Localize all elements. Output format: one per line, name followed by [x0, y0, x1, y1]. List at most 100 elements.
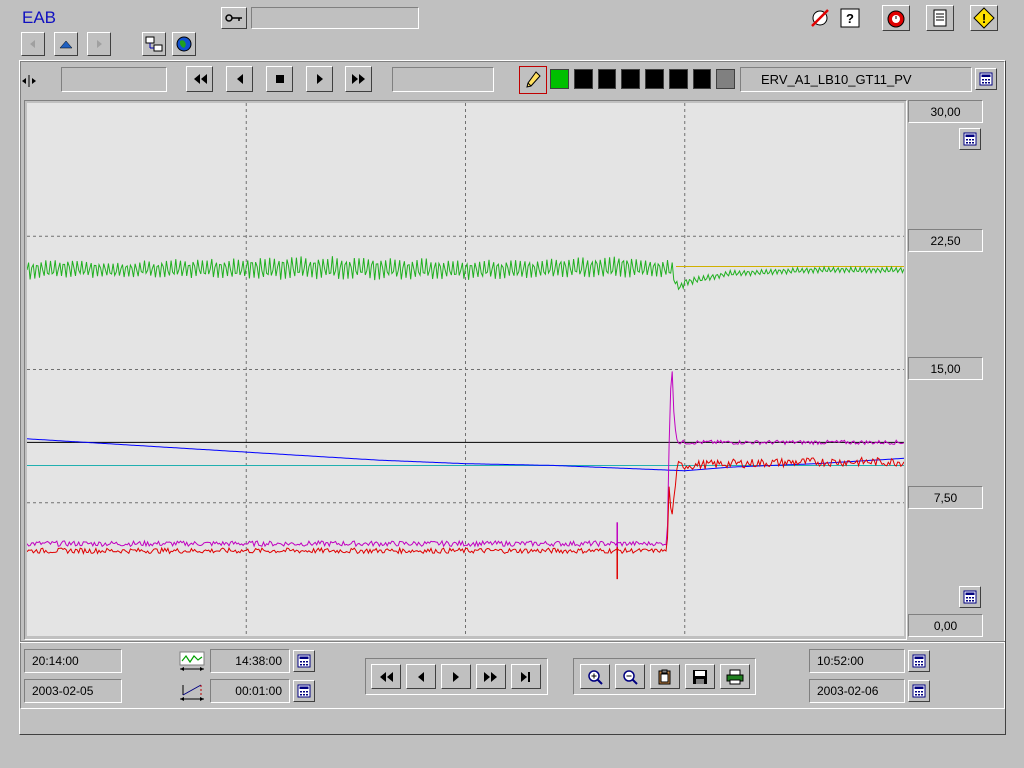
calculator-icon [912, 684, 926, 698]
y-max-calculator-button[interactable] [959, 128, 981, 150]
fast-forward-button[interactable] [345, 66, 372, 92]
pen-swatch-1[interactable] [550, 69, 569, 89]
up-button[interactable] [54, 32, 78, 56]
plot-start-field[interactable] [61, 67, 167, 92]
start-date-field[interactable]: 2003-02-05 [24, 679, 122, 703]
print-icon [726, 669, 744, 684]
pen-swatch-7[interactable] [692, 69, 712, 89]
nav-step-back-button[interactable] [406, 664, 436, 689]
clipboard-button[interactable] [650, 664, 680, 689]
calculator-icon [297, 684, 311, 698]
notes-button[interactable] [926, 5, 954, 31]
pen-swatch-3[interactable] [597, 69, 617, 89]
play-icon [316, 74, 323, 84]
zoom-out-icon [623, 669, 638, 685]
pen-button[interactable] [519, 66, 547, 94]
pen-swatch-4[interactable] [621, 69, 640, 89]
back-button[interactable] [21, 32, 45, 56]
calculator-icon [963, 590, 977, 604]
calculator-icon [963, 132, 977, 146]
end-time-calculator-button[interactable] [908, 650, 930, 672]
separator [20, 641, 1005, 643]
span-calculator-button[interactable] [293, 650, 315, 672]
rewind-button[interactable] [186, 66, 213, 92]
print-button[interactable] [720, 664, 750, 689]
up-arrow-icon [59, 40, 73, 49]
key-icon [225, 14, 242, 22]
rewind-icon [380, 671, 393, 682]
login-button[interactable] [221, 7, 247, 29]
y-tick-label-middle: 15,00 [908, 357, 983, 380]
start-time-field[interactable]: 20:14:00 [24, 649, 122, 673]
time-span-field[interactable]: 14:38:00 [210, 649, 290, 673]
forward-button[interactable] [87, 32, 111, 56]
end-time-field[interactable]: 10:52:00 [809, 649, 905, 673]
network-icon [145, 36, 163, 52]
skip-to-end-icon [521, 671, 530, 682]
play-button[interactable] [306, 66, 333, 92]
zoom-in-icon [588, 669, 603, 685]
y-tick-label-bottom: 0,00 [908, 614, 983, 637]
tag-name-field[interactable]: ERV_A1_LB10_GT11_PV [740, 67, 972, 92]
splitter-handle[interactable] [21, 72, 37, 90]
forward-arrow-icon [97, 40, 102, 48]
plot-end-field[interactable] [392, 67, 494, 92]
calculator-icon [979, 72, 993, 86]
calculator-icon [297, 654, 311, 668]
y-min-calculator-button[interactable] [959, 586, 981, 608]
y-tick-label-upper: 22,50 [908, 229, 983, 252]
y-tick-label-top: 30,00 [908, 100, 983, 123]
stop-button[interactable] [266, 66, 293, 92]
zoom-in-button[interactable] [580, 664, 610, 689]
help-button[interactable]: ? [838, 6, 862, 30]
trend-chart[interactable] [27, 103, 904, 636]
app-title: EAB [22, 8, 57, 27]
login-field[interactable] [251, 7, 419, 29]
globe-button[interactable] [172, 32, 196, 56]
alarm-off-button[interactable] [808, 6, 832, 30]
interval-calculator-button[interactable] [293, 680, 315, 702]
interval-icon-box [178, 680, 206, 704]
nav-play-button[interactable] [441, 664, 471, 689]
rewind-icon [193, 74, 207, 84]
back-arrow-icon [30, 40, 35, 48]
pen-selector [550, 69, 735, 91]
fast-forward-icon [484, 671, 497, 682]
alarm-off-icon [811, 9, 829, 27]
alarm-button[interactable] [882, 5, 910, 31]
globe-icon [176, 36, 192, 52]
tag-calculator-button[interactable] [975, 68, 997, 90]
save-icon [693, 669, 707, 684]
save-button[interactable] [685, 664, 715, 689]
stop-icon [275, 75, 284, 83]
warning-button[interactable]: ! [970, 5, 998, 31]
y-tick-label-lower: 7,50 [908, 486, 983, 509]
help-icon: ? [840, 8, 860, 28]
calculator-icon [912, 654, 926, 668]
network-button[interactable] [142, 32, 166, 56]
pen-swatch-8[interactable] [716, 69, 735, 89]
step-back-button[interactable] [226, 66, 253, 92]
pen-swatch-5[interactable] [645, 69, 664, 89]
fast-forward-icon [351, 74, 365, 84]
pen-swatch-6[interactable] [668, 69, 688, 89]
pen-icon [526, 71, 541, 88]
time-span-icon [179, 651, 205, 671]
clipboard-icon [658, 669, 671, 684]
resize-icon [22, 75, 36, 87]
end-date-field[interactable]: 2003-02-06 [809, 679, 905, 703]
nav-rewind-button[interactable] [371, 664, 401, 689]
step-back-icon [236, 74, 243, 84]
nav-fast-forward-button[interactable] [476, 664, 506, 689]
zoom-out-button[interactable] [615, 664, 645, 689]
pen-swatch-2[interactable] [573, 69, 593, 89]
alarm-clock-icon [887, 10, 905, 28]
step-back-icon [418, 671, 424, 682]
interval-icon [180, 684, 204, 701]
svg-text:!: ! [982, 11, 986, 26]
nav-skip-end-button[interactable] [511, 664, 541, 689]
interval-field[interactable]: 00:01:00 [210, 679, 290, 703]
notepad-icon [933, 9, 947, 27]
end-date-calculator-button[interactable] [908, 680, 930, 702]
play-icon [453, 671, 459, 682]
